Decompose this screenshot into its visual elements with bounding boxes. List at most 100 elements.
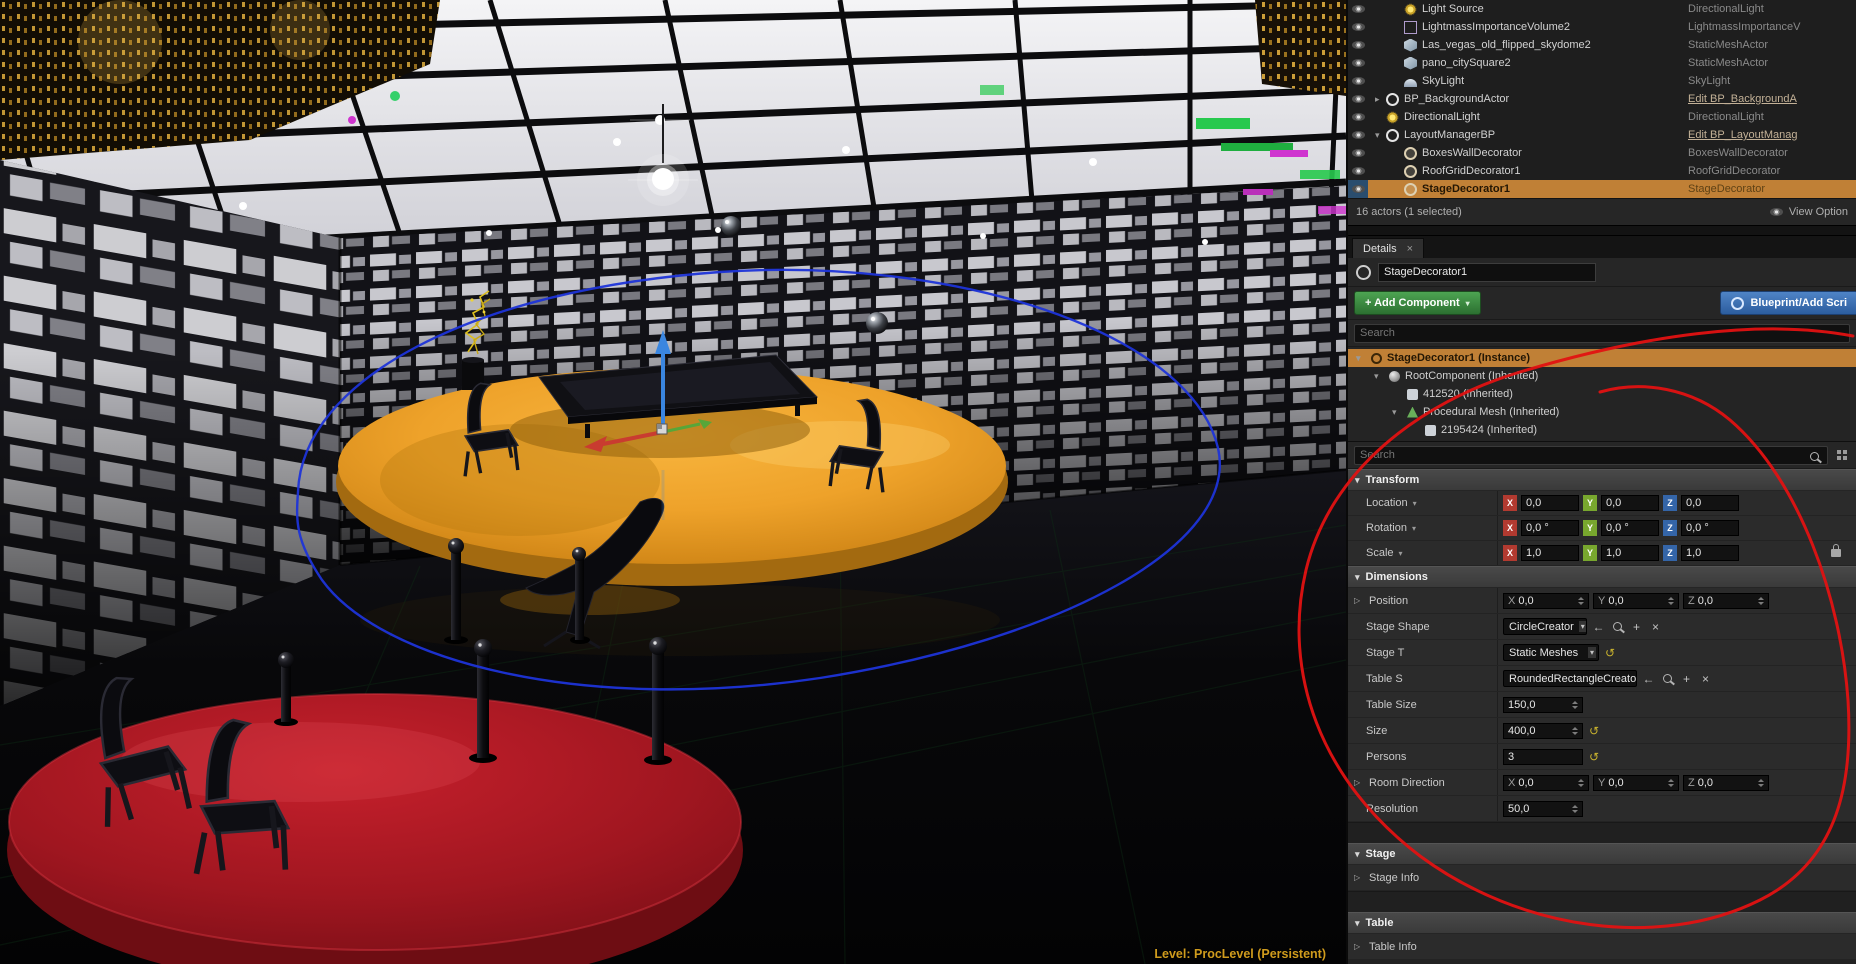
rotation-y-field[interactable]: 0,0 °: [1601, 520, 1659, 536]
expander-triangle-icon[interactable]: ▷: [1354, 942, 1364, 951]
rotation-z-field[interactable]: 0,0 °: [1681, 520, 1739, 536]
visibility-eye-icon[interactable]: [1348, 72, 1368, 90]
expander-triangle-icon[interactable]: ▷: [1354, 778, 1364, 787]
stage-shape-dropdown[interactable]: CircleCreator▾: [1503, 618, 1587, 635]
expander-icon[interactable]: ▾: [1374, 371, 1384, 382]
add-component-button[interactable]: + Add Component ▾: [1354, 291, 1481, 315]
reset-arrow-icon[interactable]: ↺: [1587, 724, 1601, 738]
table-s-dropdown[interactable]: RoundedRectangleCreator▾: [1503, 670, 1637, 687]
clear-x-icon[interactable]: ×: [1648, 620, 1663, 634]
edit-blueprint-link[interactable]: Edit BP_BackgroundA: [1688, 90, 1856, 108]
outliner-row[interactable]: Las_vegas_old_flipped_skydome2 StaticMes…: [1348, 36, 1856, 54]
property-search-input[interactable]: [1354, 446, 1828, 465]
visibility-eye-icon[interactable]: [1348, 54, 1368, 72]
spinner-icon[interactable]: [1758, 779, 1764, 787]
use-selected-asset-icon[interactable]: ←: [1641, 672, 1656, 686]
location-y-field[interactable]: 0,0: [1601, 495, 1659, 511]
section-dimensions[interactable]: ▾ Dimensions: [1348, 566, 1856, 588]
outliner-row[interactable]: RoofGridDecorator1 RoofGridDecorator: [1348, 162, 1856, 180]
expander-icon[interactable]: ▾: [1392, 407, 1402, 418]
component-search-input[interactable]: [1354, 324, 1850, 343]
spinner-icon[interactable]: [1578, 597, 1584, 605]
visibility-eye-icon[interactable]: [1348, 36, 1368, 54]
use-selected-asset-icon[interactable]: ←: [1591, 620, 1606, 634]
expander-icon[interactable]: ▸: [1375, 90, 1386, 108]
visibility-eye-icon[interactable]: [1348, 108, 1368, 126]
room-direction-z-field[interactable]: Z0,0: [1683, 775, 1769, 791]
actor-name-field[interactable]: [1378, 263, 1596, 282]
persons-field[interactable]: 3: [1503, 749, 1583, 765]
stage-t-dropdown[interactable]: Static Meshes▾: [1503, 644, 1599, 661]
visibility-eye-icon[interactable]: [1348, 90, 1368, 108]
spinner-icon[interactable]: [1578, 779, 1584, 787]
component-row[interactable]: ▾ RootComponent (Inherited): [1348, 367, 1856, 385]
resolution-field[interactable]: 50,0: [1503, 801, 1583, 817]
blueprint-add-script-button[interactable]: Blueprint/Add Scri: [1720, 291, 1856, 315]
outliner-row[interactable]: pano_citySquare2 StaticMeshActor: [1348, 54, 1856, 72]
outliner-row-selected[interactable]: StageDecorator1 StageDecorator: [1348, 180, 1856, 198]
location-z-field[interactable]: 0,0: [1681, 495, 1739, 511]
section-table[interactable]: ▾ Table: [1348, 912, 1856, 934]
visibility-eye-icon[interactable]: [1348, 144, 1368, 162]
scale-x-field[interactable]: 1,0: [1521, 545, 1579, 561]
room-direction-y-field[interactable]: Y0,0: [1593, 775, 1679, 791]
edit-blueprint-link[interactable]: Edit BP_LayoutManag: [1688, 126, 1856, 144]
visibility-eye-icon[interactable]: [1348, 18, 1368, 36]
visibility-eye-icon[interactable]: [1348, 0, 1368, 18]
expander-triangle-icon[interactable]: ▷: [1354, 596, 1364, 605]
property-row-stage-info[interactable]: ▷ Stage Info: [1348, 865, 1856, 891]
browse-asset-icon[interactable]: [1660, 672, 1675, 686]
component-row-clipped[interactable]: 2195424 (Inherited): [1348, 421, 1856, 439]
property-row-table-info[interactable]: ▷ Table Info: [1348, 934, 1856, 960]
room-direction-x-field[interactable]: X0,0: [1503, 775, 1589, 791]
visibility-eye-icon[interactable]: [1348, 180, 1368, 198]
reset-arrow-icon[interactable]: ↺: [1603, 646, 1617, 660]
outliner-row[interactable]: ▾LayoutManagerBP Edit BP_LayoutManag: [1348, 126, 1856, 144]
reset-arrow-icon[interactable]: ↺: [1587, 750, 1601, 764]
size-field[interactable]: 400,0: [1503, 723, 1583, 739]
section-transform[interactable]: ▾ Transform: [1348, 469, 1856, 491]
rotation-x-field[interactable]: 0,0 °: [1521, 520, 1579, 536]
chevron-down-icon[interactable]: ▾: [1412, 524, 1416, 533]
component-row-selected[interactable]: ▾ StageDecorator1 (Instance): [1348, 349, 1856, 367]
lock-icon[interactable]: [1831, 549, 1841, 557]
panel-splitter[interactable]: [1348, 225, 1856, 236]
plus-icon[interactable]: +: [1679, 672, 1694, 686]
spinner-icon[interactable]: [1668, 779, 1674, 787]
section-stage[interactable]: ▾ Stage: [1348, 843, 1856, 865]
outliner-row[interactable]: SkyLight SkyLight: [1348, 72, 1856, 90]
component-row[interactable]: 412520 (Inherited): [1348, 385, 1856, 403]
component-row[interactable]: ▾ Procedural Mesh (Inherited): [1348, 403, 1856, 421]
clear-x-icon[interactable]: ×: [1698, 672, 1713, 686]
outliner-row[interactable]: LightmassImportanceVolume2 LightmassImpo…: [1348, 18, 1856, 36]
viewport-3d[interactable]: Level: ProcLevel (Persistent): [0, 0, 1346, 964]
location-x-field[interactable]: 0,0: [1521, 495, 1579, 511]
outliner-row[interactable]: DirectionalLight DirectionalLight: [1348, 108, 1856, 126]
visibility-eye-icon[interactable]: [1348, 162, 1368, 180]
visibility-eye-icon[interactable]: [1348, 126, 1368, 144]
outliner-row[interactable]: Light Source DirectionalLight: [1348, 0, 1856, 18]
close-icon[interactable]: ×: [1407, 243, 1413, 255]
expander-triangle-icon[interactable]: ▷: [1354, 873, 1364, 882]
spinner-icon[interactable]: [1572, 727, 1578, 735]
view-options-button[interactable]: View Option: [1770, 206, 1848, 218]
position-z-field[interactable]: Z0,0: [1683, 593, 1769, 609]
expander-icon[interactable]: ▾: [1375, 126, 1386, 144]
scale-z-field[interactable]: 1,0: [1681, 545, 1739, 561]
chevron-down-icon[interactable]: ▾: [1399, 549, 1403, 558]
outliner-row[interactable]: BoxesWallDecorator BoxesWallDecorator: [1348, 144, 1856, 162]
spinner-icon[interactable]: [1572, 805, 1578, 813]
tab-details[interactable]: Details ×: [1352, 238, 1424, 258]
browse-asset-icon[interactable]: [1610, 620, 1625, 634]
chevron-down-icon[interactable]: ▾: [1413, 499, 1417, 508]
plus-icon[interactable]: +: [1629, 620, 1644, 634]
grid-view-icon[interactable]: [1837, 450, 1841, 454]
position-y-field[interactable]: Y0,0: [1593, 593, 1679, 609]
outliner-row[interactable]: ▸BP_BackgroundActor Edit BP_BackgroundA: [1348, 90, 1856, 108]
spinner-icon[interactable]: [1668, 597, 1674, 605]
spinner-icon[interactable]: [1758, 597, 1764, 605]
spinner-icon[interactable]: [1572, 701, 1578, 709]
scale-y-field[interactable]: 1,0: [1601, 545, 1659, 561]
position-x-field[interactable]: X0,0: [1503, 593, 1589, 609]
table-size-field[interactable]: 150,0: [1503, 697, 1583, 713]
